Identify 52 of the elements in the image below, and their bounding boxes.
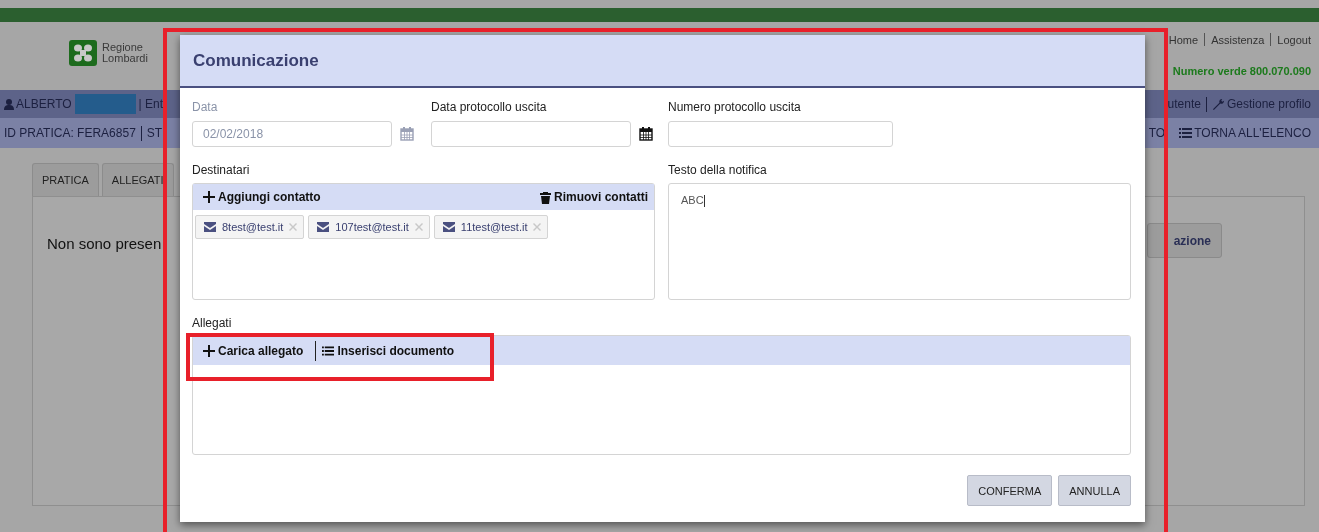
helpline-number: Numero verde 800.070.090 — [1172, 65, 1311, 77]
list-icon — [1179, 127, 1193, 139]
calendar-icon — [639, 127, 653, 141]
field-label: Data — [192, 99, 219, 116]
user-icon — [4, 98, 14, 110]
info-text: TO — [1148, 126, 1166, 140]
envelope-icon — [317, 222, 330, 232]
confirm-button[interactable]: CONFERMA — [967, 475, 1053, 506]
remove-icon[interactable] — [533, 223, 542, 231]
field-label: Testo della notifica — [668, 162, 768, 179]
plus-icon — [203, 344, 215, 357]
calendar-icon — [400, 127, 414, 141]
contact-email: 8test@test.it — [222, 221, 284, 233]
plus-icon — [203, 191, 215, 203]
remove-icon[interactable] — [289, 223, 298, 231]
user-bar-text: | Ent — [138, 97, 164, 111]
envelope-icon — [442, 222, 455, 232]
field-label: Allegati — [192, 315, 233, 332]
remove-icon[interactable] — [414, 223, 423, 231]
remove-contacts-button[interactable]: Rimuovi contatti — [540, 190, 648, 204]
contact-email: 11test@test.it — [460, 221, 528, 233]
tab[interactable]: ALLEGATI — [101, 163, 174, 196]
user-name: ALBERTO — [4, 97, 72, 111]
date-field: 02/02/2018 — [192, 121, 392, 147]
info-text: ID PRATICA: FERA6857 — [4, 126, 136, 140]
back-to-list-link[interactable]: TORNA ALL'ELENCO — [1179, 126, 1311, 140]
field-label: Numero protocollo uscita — [668, 99, 802, 116]
contact-email: 107test@test.it — [335, 221, 409, 233]
empty-message: Non sono presen — [47, 235, 162, 252]
date-field[interactable] — [431, 121, 631, 147]
info-text: ST — [146, 126, 163, 140]
trash-icon — [540, 190, 551, 204]
logo: Regione Lombardi — [69, 38, 157, 68]
upload-attachment-button[interactable]: Carica allegato — [203, 343, 304, 358]
cancel-button[interactable]: ANNULLA — [1058, 475, 1131, 506]
header-link[interactable]: Logout — [1277, 33, 1311, 46]
envelope-icon — [204, 222, 216, 232]
dialog-title: Comunicazione — [193, 50, 319, 71]
header-link[interactable]: Home — [1168, 33, 1199, 46]
redaction-block — [74, 94, 136, 114]
insert-document-button[interactable]: Inserisci documento — [322, 343, 455, 358]
header-link[interactable]: Assistenza — [1211, 33, 1265, 46]
add-contact-button[interactable]: Aggiungi contatto — [203, 190, 321, 204]
tab[interactable]: PRATICA — [32, 163, 99, 196]
text-field[interactable] — [668, 121, 893, 147]
field-label: Destinatari — [192, 162, 251, 179]
list-icon — [322, 344, 335, 357]
field-label: Data protocollo uscita — [431, 99, 548, 116]
logo-icon — [69, 40, 97, 66]
wrench-icon — [1211, 97, 1225, 111]
notification-text-field[interactable]: ABC — [668, 183, 1131, 300]
action-button[interactable]: azione — [1146, 223, 1222, 258]
